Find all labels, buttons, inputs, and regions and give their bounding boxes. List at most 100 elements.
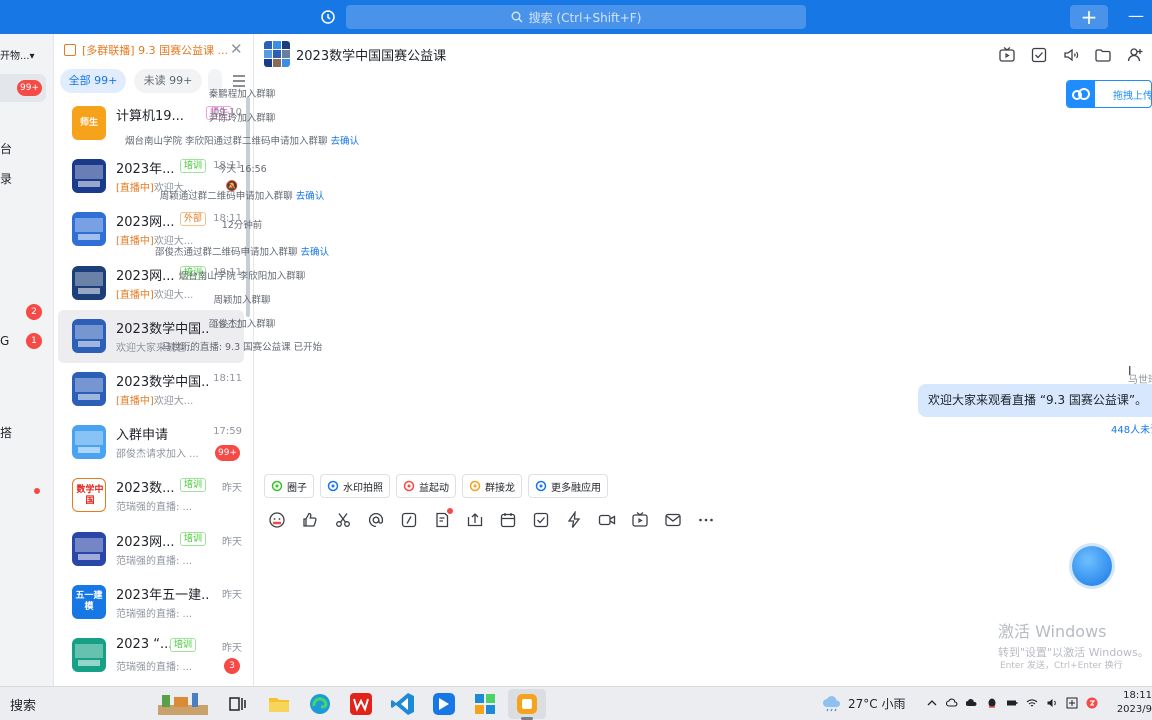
close-icon[interactable]: ✕ xyxy=(230,40,243,58)
speaker-icon[interactable] xyxy=(1062,46,1080,64)
wifi-icon[interactable] xyxy=(1026,697,1038,709)
conversation-time: 昨天 xyxy=(222,536,242,548)
chat-title: 2023数学中国国赛公益课 xyxy=(296,49,447,64)
system-message-text: 秦鹏程加入群聊 xyxy=(208,89,276,100)
system-message: 马世珩的直播: 9.3 国赛公益课 已开始 xyxy=(0,339,720,353)
battery-icon[interactable] xyxy=(1006,697,1018,709)
group-app-button[interactable]: 更多融应用 xyxy=(528,474,608,498)
app-label: 群接龙 xyxy=(485,482,515,494)
app-label: 圈子 xyxy=(287,482,307,494)
conversation-item[interactable]: 入群申请 17:59 邵俊杰请求加入 ... 99+ xyxy=(58,416,244,469)
app-label: 更多融应用 xyxy=(551,482,601,494)
system-message: 烟台南山学院 李欣阳加入群聊 xyxy=(0,268,720,282)
grid-app-icon[interactable] xyxy=(472,691,498,717)
chat-header-actions xyxy=(998,46,1144,64)
doc-edit-button[interactable] xyxy=(433,508,453,529)
widget-icon[interactable] xyxy=(156,691,212,717)
app-icon xyxy=(535,480,547,492)
ding-app-icon[interactable] xyxy=(514,691,540,717)
thumbs-up-icon[interactable] xyxy=(301,511,319,529)
calendar-icon[interactable] xyxy=(499,511,517,529)
conversation-avatar xyxy=(72,531,106,566)
add-member-icon[interactable] xyxy=(1126,46,1144,64)
confirm-link[interactable]: 去确认 xyxy=(331,136,360,147)
slash-command-icon[interactable] xyxy=(400,511,418,529)
more-icon[interactable] xyxy=(697,511,715,529)
taskbar-search[interactable]: 搜索 xyxy=(10,695,36,714)
volume-icon[interactable] xyxy=(1046,697,1058,709)
nav-item-da[interactable]: 搭 xyxy=(0,424,12,441)
minimize-button[interactable]: — xyxy=(1126,5,1146,29)
app-icon xyxy=(271,480,283,492)
system-message: 秦鹏程加入群聊 xyxy=(0,86,720,100)
text-cursor-icon: I xyxy=(1128,364,1132,378)
antivirus-icon[interactable] xyxy=(1086,697,1098,709)
preview-text: 范瑞强的直播: ... xyxy=(116,608,193,620)
group-app-button[interactable]: 群接龙 xyxy=(462,474,522,498)
live-tv-icon[interactable] xyxy=(998,46,1016,64)
mention-icon[interactable] xyxy=(367,511,385,529)
history-icon[interactable] xyxy=(320,9,336,25)
chevron-up-icon[interactable] xyxy=(926,697,938,709)
conversation-list: 师生 计算机19... 师生 09-10 2023年... 培训 18:11 [直播中]欢迎大… xyxy=(54,97,250,682)
left-nav: 开物...▾ 99+ 台 录 2 G 1 搭 xyxy=(0,34,54,686)
conversation-item[interactable]: 数学中国 2023数... 培训 昨天 范瑞强的直播: ... xyxy=(58,469,244,522)
group-app-button[interactable]: 益起动 xyxy=(396,474,456,498)
scrollbar[interactable] xyxy=(246,97,250,317)
confirm-link[interactable]: 去确认 xyxy=(301,247,330,258)
qq-icon[interactable] xyxy=(986,697,998,709)
floating-assistant-ball[interactable] xyxy=(1072,546,1112,586)
conversation-item[interactable]: 2023网... 培训 昨天 范瑞强的直播: ... xyxy=(58,523,244,576)
read-count[interactable]: 448人未读 xyxy=(1111,421,1152,436)
baidu-drag-upload[interactable]: 拖拽上传 xyxy=(1066,80,1152,108)
clock[interactable]: 18:11 2023/9 xyxy=(1112,689,1152,717)
upload-file-icon[interactable] xyxy=(466,511,484,529)
nav-red-dot xyxy=(34,488,40,494)
sticker-icon[interactable] xyxy=(268,511,286,529)
conversation-item[interactable]: 2023数学中国... 18:11 [直播中]欢迎大... xyxy=(58,363,244,416)
system-message-text: 烟台南山学院 李欣阳加入群聊 xyxy=(178,271,306,282)
conversation-item[interactable]: 五一建模 2023年五一建... 昨天 范瑞强的直播: ... xyxy=(58,576,244,629)
chat-header: 2023数学中国国赛公益课 xyxy=(254,34,1152,74)
edge-browser-icon[interactable] xyxy=(307,691,333,717)
message-bubble[interactable]: 欢迎大家来观看直播 “9.3 国赛公益课”。 xyxy=(918,384,1152,417)
group-app-button[interactable]: 圈子 xyxy=(264,474,314,498)
wps-icon[interactable] xyxy=(348,691,374,717)
lightning-icon[interactable] xyxy=(565,511,583,529)
conversation-tag: 培训 xyxy=(180,531,207,546)
onedrive-icon[interactable] xyxy=(966,697,978,709)
folder-icon[interactable] xyxy=(1094,46,1112,64)
scissors-icon[interactable] xyxy=(334,511,352,529)
conversation-tag: 培训 xyxy=(170,637,197,652)
task-icon[interactable] xyxy=(532,511,550,529)
unread-badge: 99+ xyxy=(215,445,240,462)
rain-cloud-icon xyxy=(823,695,841,711)
feishu-icon[interactable] xyxy=(431,691,457,717)
nav-org-switcher[interactable]: 开物...▾ xyxy=(0,47,35,62)
create-button[interactable]: + xyxy=(1070,5,1108,29)
conversation-item[interactable]: 2023 “... 培训 昨天 范瑞强的直播: ... 3 xyxy=(58,629,244,682)
conversation-time: 17:59 xyxy=(213,426,242,438)
system-message-text: 12分钟前 xyxy=(221,220,263,231)
live-broadcast-banner[interactable]: [多群联播] 9.3 国赛公益课 ... xyxy=(64,41,249,59)
search-input[interactable]: 搜索 (Ctrl+Shift+F) xyxy=(346,5,806,29)
weather-widget[interactable]: 27°C 小雨 xyxy=(822,695,905,712)
file-explorer-icon[interactable] xyxy=(266,691,292,717)
live-stream-icon[interactable] xyxy=(631,511,649,529)
task-view-icon[interactable] xyxy=(224,691,250,717)
conversation-tag: 培训 xyxy=(180,478,207,493)
group-app-button[interactable]: 水印拍照 xyxy=(320,474,390,498)
conversation-avatar xyxy=(72,371,106,406)
checkbox-icon[interactable] xyxy=(1030,46,1048,64)
system-message-text: 马世珩的直播: 9.3 国赛公益课 已开始 xyxy=(161,342,323,353)
conversation-time: 昨天 xyxy=(222,483,242,495)
mail-icon[interactable] xyxy=(664,511,682,529)
conversation-time: 18:11 xyxy=(213,372,242,384)
system-message: 12分钟前 xyxy=(0,217,720,231)
confirm-link[interactable]: 去确认 xyxy=(296,191,325,202)
vscode-icon[interactable] xyxy=(390,691,416,717)
group-avatar[interactable] xyxy=(264,41,290,67)
video-call-icon[interactable] xyxy=(598,511,616,529)
cloud-sync-icon[interactable] xyxy=(946,697,958,709)
ime-icon[interactable] xyxy=(1066,697,1078,709)
